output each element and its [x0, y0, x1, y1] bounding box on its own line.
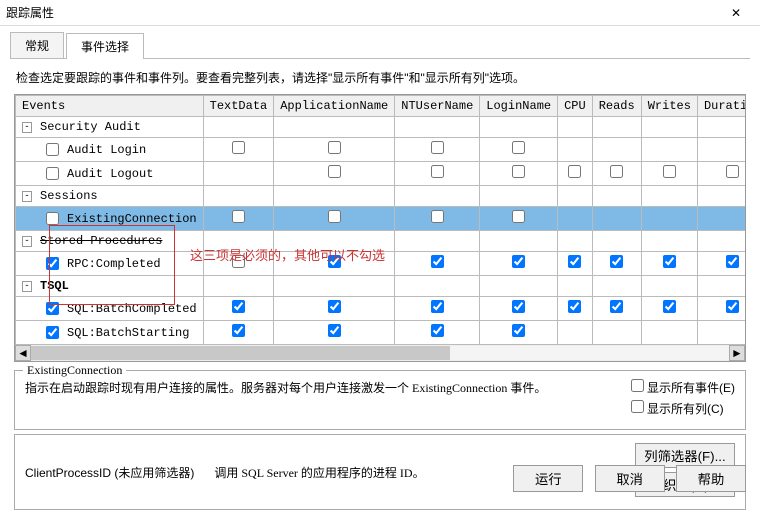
run-button[interactable]: 运行 — [513, 465, 583, 492]
event-group-row[interactable]: -Sessions — [16, 186, 747, 207]
event-group-row[interactable]: -Stored Procedures — [16, 231, 747, 252]
event-enable-checkbox[interactable] — [46, 212, 59, 225]
column-help-title: ClientProcessID (未应用筛选器) — [25, 464, 194, 481]
cell-checkbox[interactable] — [663, 300, 676, 313]
event-label: Audit Logout — [67, 167, 153, 181]
cell-checkbox[interactable] — [232, 141, 245, 154]
cancel-button[interactable]: 取消 — [595, 465, 665, 492]
cell-checkbox[interactable] — [726, 165, 739, 178]
event-row[interactable]: SQL:BatchStarting — [16, 321, 747, 345]
window-title: 跟踪属性 — [6, 4, 718, 21]
close-icon[interactable]: ✕ — [718, 6, 754, 20]
tab-events[interactable]: 事件选择 — [66, 33, 144, 59]
titlebar: 跟踪属性 ✕ — [0, 0, 760, 26]
event-label: Sessions — [40, 189, 98, 203]
cell-checkbox[interactable] — [610, 300, 623, 313]
event-help-text: 指示在启动跟踪时现有用户连接的属性。服务器对每个用户连接激发一个 Existin… — [25, 379, 601, 421]
show-all-columns-checkbox[interactable]: 显示所有列(C) — [631, 400, 735, 417]
cell-checkbox[interactable] — [568, 165, 581, 178]
collapse-icon[interactable]: - — [22, 236, 32, 247]
event-row[interactable]: SQL:BatchCompleted — [16, 297, 747, 321]
cell-checkbox[interactable] — [431, 165, 444, 178]
page-desc: 检查选定要跟踪的事件和事件列。要查看完整列表，请选择"显示所有事件"和"显示所有… — [16, 69, 744, 86]
cell-checkbox[interactable] — [726, 300, 739, 313]
column-header[interactable]: NTUserName — [395, 96, 480, 117]
cell-checkbox[interactable] — [512, 165, 525, 178]
cell-checkbox[interactable] — [610, 255, 623, 268]
event-enable-checkbox[interactable] — [46, 302, 59, 315]
event-group-row[interactable]: -TSQL — [16, 276, 747, 297]
column-header[interactable]: LoginName — [480, 96, 558, 117]
cell-checkbox[interactable] — [512, 141, 525, 154]
event-enable-checkbox[interactable] — [46, 257, 59, 270]
cell-checkbox[interactable] — [328, 210, 341, 223]
cell-checkbox[interactable] — [328, 324, 341, 337]
scroll-thumb[interactable] — [31, 346, 450, 360]
horizontal-scrollbar[interactable]: ◄ ► — [15, 345, 745, 361]
cell-checkbox[interactable] — [328, 165, 341, 178]
cell-checkbox[interactable] — [431, 324, 444, 337]
events-grid: EventsTextDataApplicationNameNTUserNameL… — [14, 94, 746, 362]
cell-checkbox[interactable] — [232, 300, 245, 313]
column-header[interactable]: Duration — [697, 96, 746, 117]
cell-checkbox[interactable] — [431, 210, 444, 223]
cell-checkbox[interactable] — [568, 300, 581, 313]
collapse-icon[interactable]: - — [22, 281, 32, 292]
column-header[interactable]: ApplicationName — [274, 96, 395, 117]
cell-checkbox[interactable] — [232, 210, 245, 223]
tab-general[interactable]: 常规 — [10, 32, 64, 58]
cell-checkbox[interactable] — [663, 255, 676, 268]
event-label: RPC:Completed — [67, 257, 161, 271]
event-label: Audit Login — [67, 143, 146, 157]
event-label: SQL:BatchStarting — [67, 326, 189, 340]
cell-checkbox[interactable] — [328, 300, 341, 313]
cell-checkbox[interactable] — [512, 324, 525, 337]
collapse-icon[interactable]: - — [22, 191, 32, 202]
event-label: Stored Procedures — [40, 234, 162, 248]
event-label: SQL:BatchCompleted — [67, 302, 197, 316]
event-row[interactable]: ExistingConnection — [16, 207, 747, 231]
cell-checkbox[interactable] — [512, 255, 525, 268]
cell-checkbox[interactable] — [431, 141, 444, 154]
column-header[interactable]: CPU — [558, 96, 593, 117]
cell-checkbox[interactable] — [726, 255, 739, 268]
cell-checkbox[interactable] — [232, 255, 245, 268]
help-button[interactable]: 帮助 — [676, 465, 746, 492]
event-label: Security Audit — [40, 120, 141, 134]
column-header[interactable]: Events — [16, 96, 204, 117]
scroll-right-icon[interactable]: ► — [729, 345, 745, 361]
event-row[interactable]: Audit Login — [16, 138, 747, 162]
event-row[interactable]: Audit Logout — [16, 162, 747, 186]
event-label: TSQL — [40, 279, 69, 293]
event-label: ExistingConnection — [67, 212, 197, 226]
event-enable-checkbox[interactable] — [46, 326, 59, 339]
event-help-box: ExistingConnection 指示在启动跟踪时现有用户连接的属性。服务器… — [14, 370, 746, 430]
column-header[interactable]: Writes — [641, 96, 697, 117]
show-all-events-checkbox[interactable]: 显示所有事件(E) — [631, 379, 735, 396]
cell-checkbox[interactable] — [568, 255, 581, 268]
cell-checkbox[interactable] — [328, 141, 341, 154]
cell-checkbox[interactable] — [512, 210, 525, 223]
column-header[interactable]: Reads — [592, 96, 641, 117]
column-header[interactable]: TextData — [203, 96, 274, 117]
cell-checkbox[interactable] — [328, 255, 341, 268]
event-enable-checkbox[interactable] — [46, 167, 59, 180]
cell-checkbox[interactable] — [431, 255, 444, 268]
cell-checkbox[interactable] — [663, 165, 676, 178]
event-row[interactable]: RPC:Completed — [16, 252, 747, 276]
event-help-title: ExistingConnection — [23, 363, 126, 378]
cell-checkbox[interactable] — [512, 300, 525, 313]
cell-checkbox[interactable] — [610, 165, 623, 178]
event-group-row[interactable]: -Security Audit — [16, 117, 747, 138]
tabs: 常规 事件选择 — [10, 32, 750, 59]
collapse-icon[interactable]: - — [22, 122, 32, 133]
event-enable-checkbox[interactable] — [46, 143, 59, 156]
dialog-footer: 运行 取消 帮助 — [505, 465, 746, 492]
scroll-left-icon[interactable]: ◄ — [15, 345, 31, 361]
cell-checkbox[interactable] — [232, 324, 245, 337]
cell-checkbox[interactable] — [431, 300, 444, 313]
